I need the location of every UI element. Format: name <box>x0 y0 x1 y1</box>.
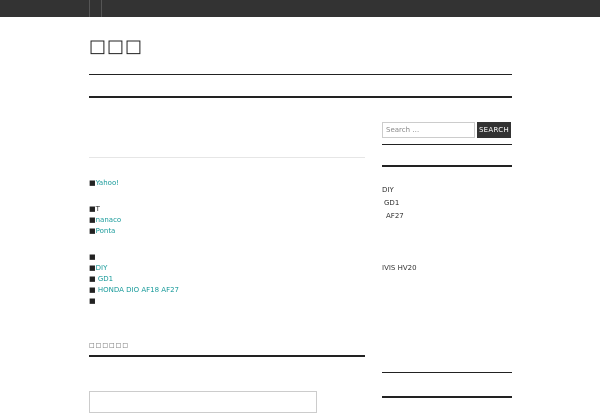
square-bullet-icon: ■ <box>89 297 96 305</box>
comment-box[interactable] <box>89 391 317 413</box>
list-item: ■T <box>89 205 100 214</box>
square-bullet-icon: ■ <box>89 253 96 261</box>
widget-title: □□□□□□ <box>89 342 130 349</box>
link-yahoo[interactable]: Yahoo! <box>96 179 119 187</box>
link-ponta[interactable]: Ponta <box>96 227 116 235</box>
site-title[interactable]: □□□ <box>89 37 143 57</box>
list-item[interactable]: ■DIY <box>89 264 107 273</box>
list-item[interactable]: ■Ponta <box>89 227 115 236</box>
list-item[interactable]: ■Yahoo! <box>89 179 119 188</box>
sidebar-divider <box>382 144 512 145</box>
category-item-af27[interactable]: AF27 <box>386 212 404 221</box>
list-item[interactable]: ■ GD1 <box>89 275 113 284</box>
nav-divider <box>89 0 90 17</box>
post-separator <box>89 157 365 158</box>
square-bullet-icon: ■ <box>89 216 96 224</box>
square-bullet-icon: ■ <box>89 264 96 272</box>
list-text-t: T <box>95 205 100 213</box>
category-item-gd1[interactable]: GD1 <box>384 199 399 208</box>
top-navigation-bar <box>0 0 600 17</box>
list-item[interactable]: ■ HONDA DIO AF18 AF27 <box>89 286 179 295</box>
nav-divider <box>101 0 102 17</box>
sidebar-divider <box>382 372 512 373</box>
list-item: ■ <box>89 297 96 306</box>
search-input[interactable] <box>382 122 475 138</box>
list-item: ■ <box>89 253 96 262</box>
header-divider <box>89 74 512 75</box>
link-honda-dio[interactable]: HONDA DIO AF18 AF27 <box>96 286 179 294</box>
sidebar-divider <box>382 165 512 167</box>
link-nanaco[interactable]: nanaco <box>96 216 122 224</box>
sidebar-divider <box>382 396 512 398</box>
square-bullet-icon: ■ <box>89 179 96 187</box>
recent-item-ivis-hv20[interactable]: IVIS HV20 <box>382 264 417 273</box>
search-button[interactable]: SEARCH <box>477 122 511 138</box>
content-divider <box>89 96 512 98</box>
square-bullet-icon: ■ <box>89 275 96 283</box>
list-item[interactable]: ■nanaco <box>89 216 121 225</box>
link-diy[interactable]: DIY <box>96 264 108 272</box>
square-bullet-icon: ■ <box>89 286 96 294</box>
widget-title-underline <box>89 355 365 357</box>
square-bullet-icon: ■ <box>89 227 96 235</box>
square-bullet-icon: ■ <box>89 205 96 213</box>
link-gd1[interactable]: GD1 <box>96 275 113 283</box>
category-item-diy[interactable]: DIY <box>382 186 394 195</box>
